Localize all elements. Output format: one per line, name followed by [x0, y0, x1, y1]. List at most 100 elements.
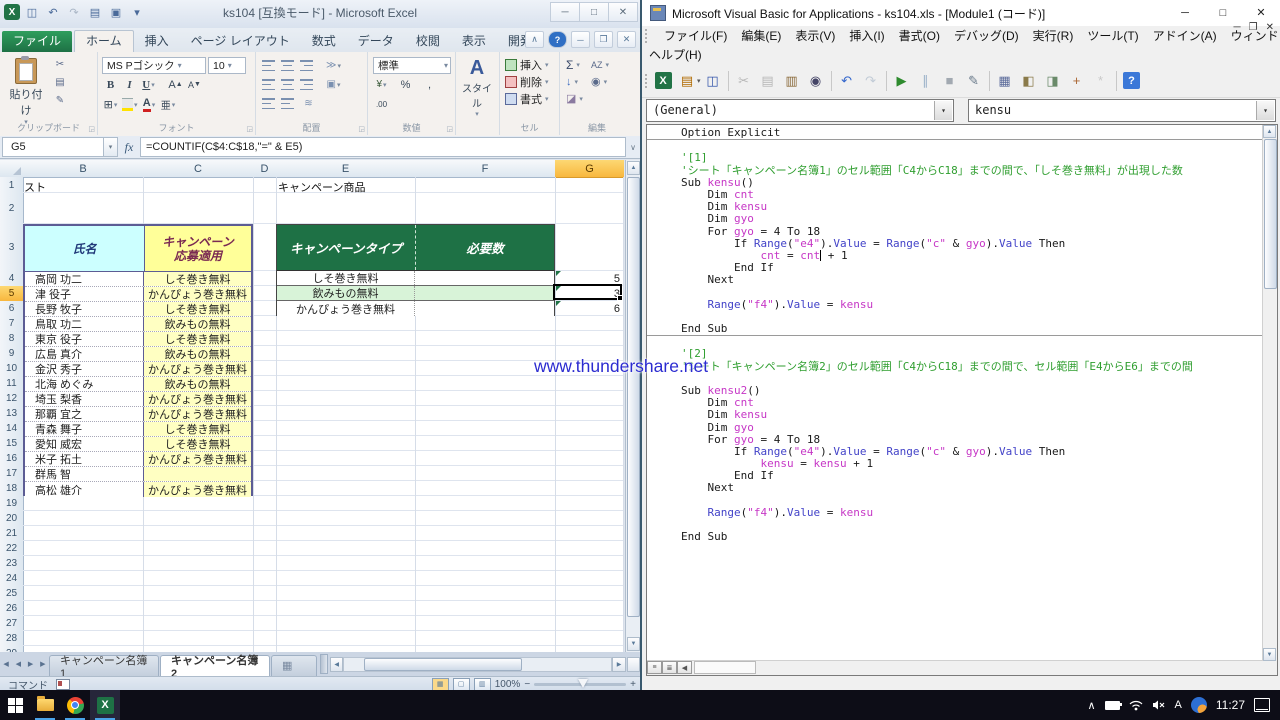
row-header-20[interactable]: 20	[0, 511, 24, 527]
excel-maximize-icon[interactable]: □	[579, 2, 609, 22]
office-assistant-icon[interactable]: *	[1090, 70, 1112, 92]
number-format-combo[interactable]: 標準 ▾	[373, 57, 451, 74]
menu-ファイル[interactable]: ファイル(F)	[657, 27, 734, 44]
roster-name-cell[interactable]: 広島 真介	[25, 347, 144, 361]
row-header-21[interactable]: 21	[0, 526, 24, 542]
paste-icon[interactable]: ▥	[781, 70, 803, 92]
sheet-tab-2[interactable]: キャンペーン名簿2	[160, 655, 270, 676]
roster-name-cell[interactable]: 高松 雄介	[25, 482, 144, 497]
child-restore-icon[interactable]: ❐	[1249, 22, 1258, 33]
alignment-dialog-launcher-icon[interactable]: ◲	[358, 125, 365, 133]
reset-icon[interactable]: ■	[939, 70, 961, 92]
print-preview-icon[interactable]: ▤	[86, 3, 104, 21]
formula-input[interactable]: =COUNTIF(C$4:C$18,"=" & E5)	[140, 137, 626, 157]
zoom-out-icon[interactable]: −	[524, 679, 530, 690]
menu-表示[interactable]: 表示(V)	[788, 27, 842, 44]
child-minimize-icon[interactable]: ─	[1234, 22, 1241, 33]
roster-name-cell[interactable]: 那覇 宜之	[25, 407, 144, 421]
currency-format-icon[interactable]: ¥▾	[373, 77, 390, 92]
font-dialog-launcher-icon[interactable]: ◲	[246, 125, 253, 133]
undo-icon[interactable]: ↶	[44, 3, 62, 21]
font-size-combo[interactable]: 10 ▾	[208, 57, 246, 74]
menu-実行[interactable]: 実行(R)	[1026, 27, 1081, 44]
view-excel-icon[interactable]: X	[652, 70, 674, 92]
battery-icon[interactable]	[1105, 701, 1120, 710]
column-header-D[interactable]: D	[253, 160, 277, 178]
roster-campaign-cell[interactable]: かんぴょう巻き無料	[144, 482, 251, 497]
object-combo[interactable]: (General) ▾	[646, 99, 954, 122]
row-header-24[interactable]: 24	[0, 571, 24, 587]
column-header-C[interactable]: C	[143, 160, 254, 178]
code-scroll-left-icon[interactable]: ◀	[677, 661, 692, 674]
properties-window-icon[interactable]: ◧	[1018, 70, 1040, 92]
menu-挿入[interactable]: 挿入(I)	[842, 27, 891, 44]
percent-style-icon[interactable]: %	[397, 77, 414, 92]
roster-name-cell[interactable]: 米子 拓土	[25, 452, 144, 466]
increase-decimal-icon[interactable]: .00	[373, 97, 390, 112]
sheet-scroll-right-icon[interactable]: ▶	[612, 657, 625, 672]
worksheet-grid[interactable]: BCDEFG1234567891011121314151617181920212…	[0, 160, 624, 652]
menu-ツール[interactable]: ツール(T)	[1080, 27, 1145, 44]
row-header-7[interactable]: 7	[0, 316, 24, 332]
roster-name-cell[interactable]: 鳥取 功二	[25, 317, 144, 331]
row-header-16[interactable]: 16	[0, 451, 24, 467]
merge-center-icon[interactable]: ▣▾	[325, 77, 342, 92]
row-header-18[interactable]: 18	[0, 481, 24, 497]
column-header-E[interactable]: E	[276, 160, 416, 178]
vertical-scrollbar[interactable]: ▲▼	[625, 160, 640, 652]
selected-cell-outline[interactable]	[553, 284, 622, 300]
undo-icon[interactable]: ↶	[836, 70, 858, 92]
volume-muted-icon[interactable]	[1152, 699, 1166, 711]
sort-filter-icon[interactable]: AZ	[591, 60, 603, 70]
autosum-button[interactable]: Σ▾AZ▾	[566, 56, 609, 73]
align-left-icon[interactable]	[262, 78, 275, 91]
sheet-nav-next-icon[interactable]: ▶	[24, 656, 36, 672]
row-header-22[interactable]: 22	[0, 541, 24, 557]
view-object-icon-dropdown[interactable]: ▾	[697, 77, 701, 85]
roster-campaign-cell[interactable]: しそ巻き無料	[144, 422, 251, 436]
clock[interactable]: 11:27	[1216, 698, 1245, 712]
procedure-combo-dropdown-icon[interactable]: ▾	[1256, 101, 1274, 120]
row-header-4[interactable]: 4	[0, 271, 24, 287]
project-explorer-icon[interactable]: ▦	[994, 70, 1016, 92]
close-icon[interactable]: ✕	[617, 31, 636, 48]
tab-ページ レイアウト[interactable]: ページ レイアウト	[180, 31, 301, 52]
clipboard-dialog-launcher-icon[interactable]: ◲	[88, 125, 95, 133]
name-box-dropdown-icon[interactable]: ▾	[104, 137, 118, 157]
campaign-type-cell[interactable]: しそ巻き無料	[277, 271, 415, 285]
design-mode-icon[interactable]: ✎	[963, 70, 985, 92]
roster-name-cell[interactable]: 青森 舞子	[25, 422, 144, 436]
save-icon[interactable]: ◫	[702, 70, 724, 92]
row-header-10[interactable]: 10	[0, 361, 24, 377]
code-window[interactable]: Option Explicit'[1]'シート「キャンペーン名簿1」のセル範囲「…	[646, 124, 1278, 676]
view-object-icon[interactable]: ▤	[676, 70, 698, 92]
child-close-icon[interactable]: ✕	[1266, 22, 1274, 33]
menu-編集[interactable]: 編集(E)	[734, 27, 788, 44]
formula-bar-expand-icon[interactable]: ∨	[626, 143, 640, 152]
row-header-12[interactable]: 12	[0, 391, 24, 407]
object-combo-dropdown-icon[interactable]: ▾	[934, 101, 952, 120]
file-explorer-taskbar-button[interactable]	[30, 690, 60, 720]
redo-icon[interactable]: ↷	[860, 70, 882, 92]
sheet-tab-1[interactable]: キャンペーン名簿1	[49, 655, 159, 676]
menu-アドイン[interactable]: アドイン(A)	[1146, 27, 1224, 44]
row-header-27[interactable]: 27	[0, 616, 24, 632]
procedure-combo[interactable]: kensu ▾	[968, 99, 1276, 122]
find-icon[interactable]: ◉	[805, 70, 827, 92]
format-cells-button[interactable]: 書式▾	[505, 90, 549, 107]
align-top-icon[interactable]	[262, 59, 275, 72]
scroll-down-icon[interactable]: ▼	[627, 637, 640, 651]
row-header-17[interactable]: 17	[0, 466, 24, 482]
roster-campaign-cell[interactable]: 飲みもの無料	[144, 347, 251, 361]
roster-name-cell[interactable]: 長野 牧子	[25, 302, 144, 316]
roster-name-cell[interactable]: 東京 役子	[25, 332, 144, 346]
increase-indent-icon[interactable]	[281, 97, 294, 110]
toolbox-icon[interactable]: +	[1066, 70, 1088, 92]
sheet-scroll-left-icon[interactable]: ◀	[330, 657, 343, 672]
align-middle-icon[interactable]	[281, 59, 294, 72]
campaign-type-cell[interactable]: かんぴょう巻き無料	[277, 301, 415, 316]
sheet-nav-last-icon[interactable]: ▶	[37, 656, 49, 672]
row-header-23[interactable]: 23	[0, 556, 24, 572]
object-browser-icon[interactable]: ◨	[1042, 70, 1064, 92]
roster-campaign-cell[interactable]: しそ巻き無料	[144, 332, 251, 346]
